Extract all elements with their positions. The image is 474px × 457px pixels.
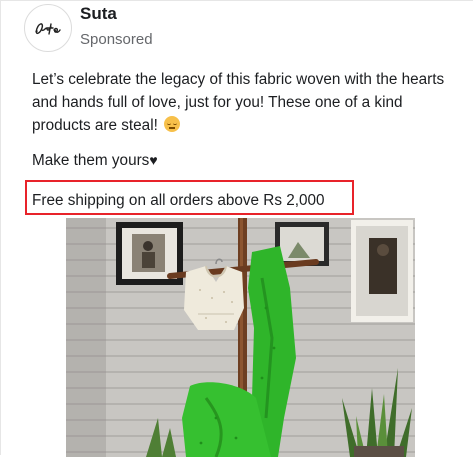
page-avatar[interactable] [24, 4, 72, 52]
highlight-annotation-box [25, 180, 354, 215]
page-name-link[interactable]: Suta [80, 4, 153, 24]
header-text: Suta Sponsored [80, 4, 153, 49]
sponsored-label[interactable]: Sponsored [80, 31, 153, 49]
post-text-line-3: products are steal! [32, 114, 472, 137]
sponsored-post-card: Suta Sponsored Let’s celebrate the legac… [0, 0, 473, 457]
post-product-image[interactable] [66, 218, 415, 457]
post-text-line-3-text: products are steal! [32, 117, 158, 134]
cta-text: Make them yours [32, 152, 150, 169]
cta-line: Make them yours♥ [32, 149, 472, 172]
post-text-line-2: and hands full of love, just for you! Th… [32, 94, 403, 111]
product-photo [66, 218, 415, 457]
post-header: Suta Sponsored [24, 4, 153, 52]
post-text-line-1: Let’s celebrate the legacy of this fabri… [32, 71, 445, 88]
suta-logo-icon [35, 23, 61, 35]
heart-icon: ♥ [149, 152, 158, 168]
relieved-face-emoji-icon [164, 116, 181, 132]
